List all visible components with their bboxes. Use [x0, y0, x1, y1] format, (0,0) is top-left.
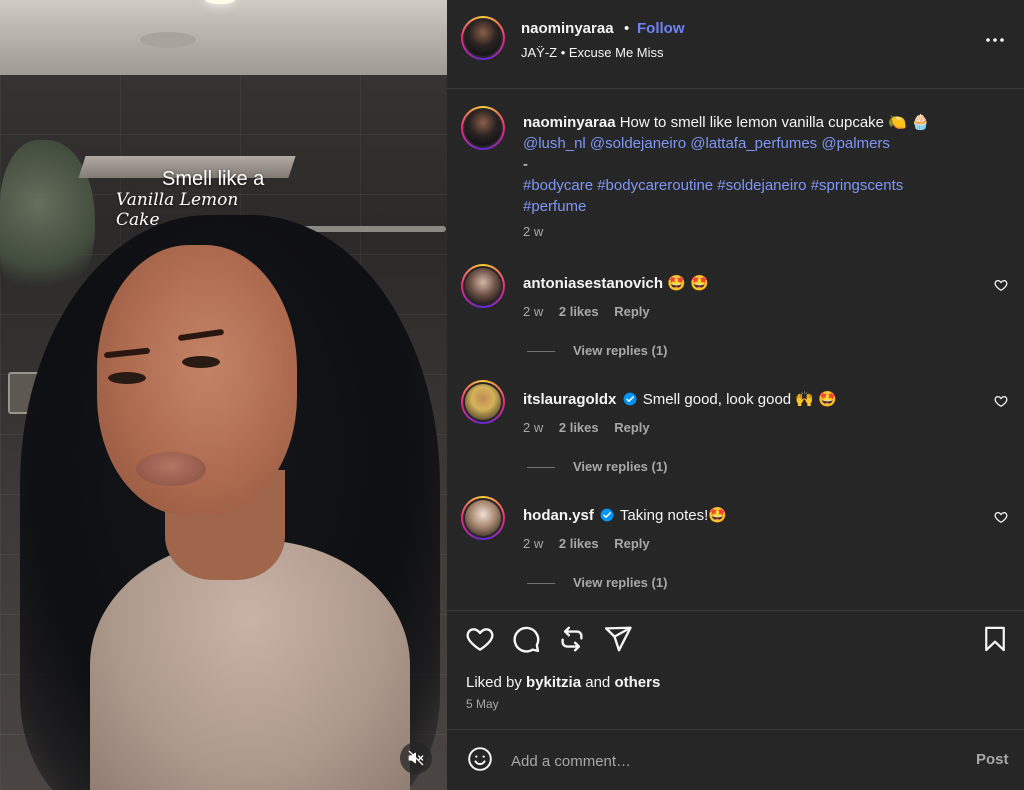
lips	[136, 452, 206, 486]
caption-text: naominyaraa How to smell like lemon vani…	[523, 112, 963, 217]
comment-time: 2 w	[523, 536, 544, 551]
comment-likes[interactable]: 2 likes	[559, 536, 599, 551]
comment-likes[interactable]: 2 likes	[559, 304, 599, 319]
author-avatar[interactable]	[461, 16, 505, 60]
ceiling	[0, 0, 447, 75]
comment-likes[interactable]: 2 likes	[559, 420, 599, 435]
liked-by-others[interactable]: others	[614, 674, 660, 691]
plant	[0, 140, 95, 300]
separator-dot: •	[624, 20, 630, 37]
comment-text: Taking notes!🤩	[619, 507, 727, 524]
comment-icon[interactable]	[511, 624, 541, 654]
post-media[interactable]: Smell like a Vanilla Lemon Cake	[0, 0, 447, 790]
view-replies-button[interactable]: View replies (1)	[527, 459, 667, 474]
caption-mentions[interactable]: @lush_nl @soldejaneiro @lattafa_perfumes…	[523, 135, 890, 152]
actions-divider	[447, 610, 1024, 611]
overlay-text-line1: Smell like a	[162, 168, 265, 190]
caption-emojis: 🍋 🧁	[888, 114, 930, 131]
heart-icon[interactable]	[465, 624, 495, 654]
emoji-icon[interactable]	[467, 746, 493, 772]
view-replies-button[interactable]: View replies (1)	[527, 575, 667, 590]
verified-badge-icon	[600, 508, 614, 522]
add-comment-bar: Post	[447, 730, 1024, 790]
bookmark-icon[interactable]	[981, 624, 1009, 654]
audio-track[interactable]: JAŸ-Z • Excuse Me Miss	[521, 45, 664, 60]
right-eye	[182, 356, 220, 368]
follow-button[interactable]: Follow	[637, 20, 685, 37]
comment-username[interactable]: antoniasestanovich	[523, 275, 663, 292]
repost-icon[interactable]	[557, 624, 587, 654]
comment-input[interactable]	[511, 750, 951, 772]
comment-reply-button[interactable]: Reply	[614, 420, 649, 435]
comment-like-heart-icon[interactable]	[994, 394, 1008, 408]
overlay-text-line2: Vanilla Lemon Cake	[116, 190, 239, 230]
commenter-avatar[interactable]	[461, 380, 505, 424]
comment-time: 2 w	[523, 420, 544, 435]
caption-time: 2 w	[523, 224, 544, 239]
post-details-panel: naominyaraa • Follow JAŸ-Z • Excuse Me M…	[447, 0, 1024, 790]
comment-item: antoniasestanovich 🤩 🤩 2 w 2 likes Reply…	[447, 264, 1024, 364]
comment-item: itslauragoldx Smell good, look good 🙌 🤩 …	[447, 380, 1024, 480]
caption-dash: -	[523, 156, 528, 173]
comment-like-heart-icon[interactable]	[994, 510, 1008, 524]
comment-item: hodan.ysf Taking notes!🤩 2 w 2 likes Rep…	[447, 496, 1024, 596]
comment-text: Smell good, look good 🙌 🤩	[642, 391, 837, 408]
more-horizontal-icon[interactable]	[983, 28, 1007, 52]
caption-hashtags[interactable]: #bodycare #bodycareroutine #soldejaneiro…	[523, 177, 903, 215]
caption-username[interactable]: naominyaraa	[523, 114, 616, 131]
comment-like-heart-icon[interactable]	[994, 278, 1008, 292]
mute-button[interactable]	[400, 742, 432, 774]
caption-avatar[interactable]	[461, 106, 505, 150]
ceiling-vent	[140, 32, 196, 48]
comment-username[interactable]: itslauragoldx	[523, 391, 616, 408]
left-eye	[108, 372, 146, 384]
comment-text: 🤩 🤩	[667, 275, 709, 292]
commenter-avatar[interactable]	[461, 264, 505, 308]
share-icon[interactable]	[603, 624, 633, 654]
view-replies-button[interactable]: View replies (1)	[527, 343, 667, 358]
post-action-bar	[447, 622, 1024, 658]
speaker-muted-icon	[408, 750, 424, 766]
comment-reply-button[interactable]: Reply	[614, 536, 649, 551]
post-header: naominyaraa • Follow JAŸ-Z • Excuse Me M…	[447, 0, 1024, 88]
caption-body: How to smell like lemon vanilla cupcake	[619, 114, 884, 131]
comment-username[interactable]: hodan.ysf	[523, 507, 594, 524]
post-date: 5 May	[466, 697, 499, 711]
liked-by-user[interactable]: bykitzia	[526, 674, 581, 691]
comment-reply-button[interactable]: Reply	[614, 304, 649, 319]
commenter-avatar[interactable]	[461, 496, 505, 540]
towel-rail	[296, 226, 446, 232]
post-button[interactable]: Post	[976, 751, 1009, 768]
author-username[interactable]: naominyaraa	[521, 20, 614, 37]
header-divider	[447, 88, 1024, 89]
verified-badge-icon	[623, 392, 636, 406]
comment-time: 2 w	[523, 304, 544, 319]
liked-by: Liked by bykitzia and others	[466, 674, 661, 691]
